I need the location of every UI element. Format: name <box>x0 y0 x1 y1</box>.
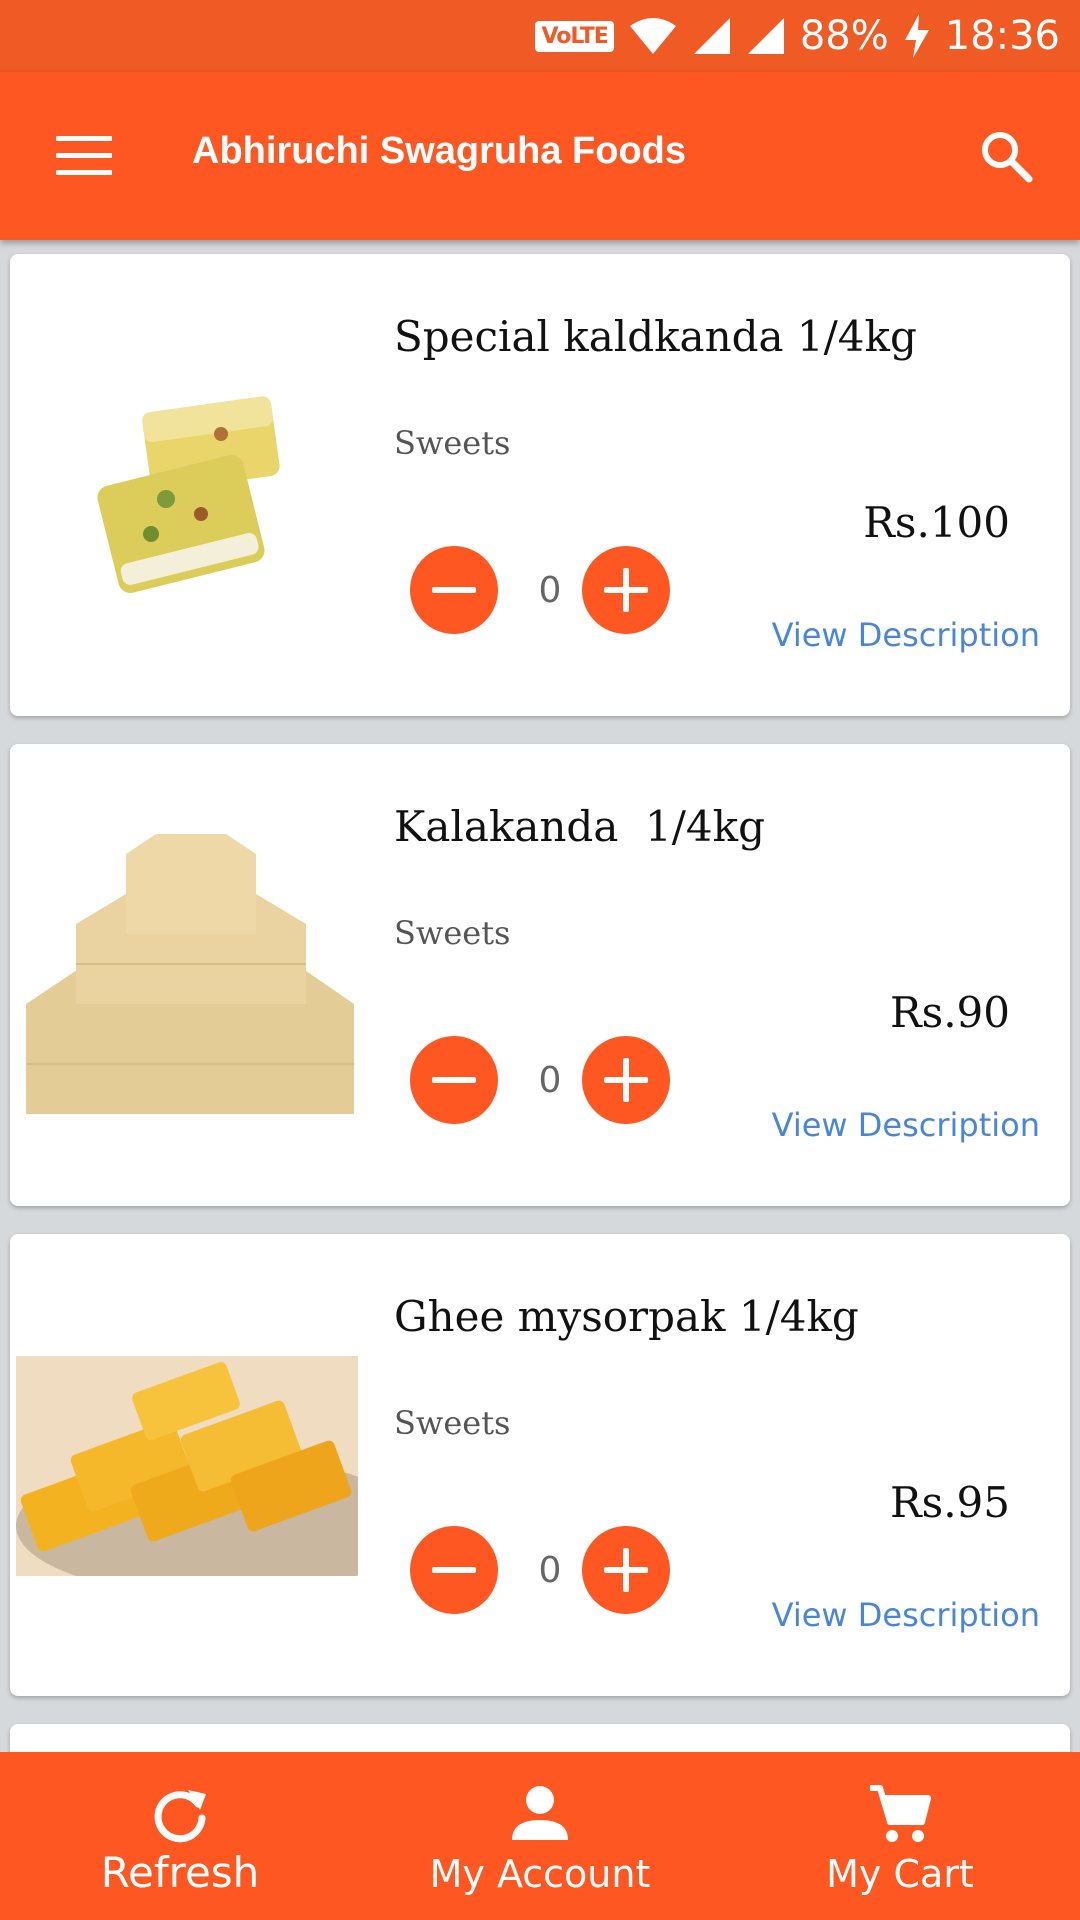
signal-icon-2 <box>747 18 784 54</box>
product-name: Ghee mysorpak 1/4kg <box>394 1292 859 1341</box>
my-cart-label: My Cart <box>826 1852 974 1896</box>
view-description-link[interactable]: View Description <box>772 1106 1040 1144</box>
product-category: Sweets <box>394 1404 511 1442</box>
product-price: Rs.95 <box>890 1478 1010 1527</box>
product-category: Sweets <box>394 914 511 952</box>
status-bar: VoLTE 88% 18:36 <box>0 0 1080 72</box>
my-cart-button[interactable]: My Cart <box>720 1752 1080 1920</box>
view-description-link[interactable]: View Description <box>772 616 1040 654</box>
product-list: Special kaldkanda 1/4kg Sweets Rs.100 0 … <box>10 254 1070 1812</box>
wifi-icon <box>629 18 676 54</box>
decrement-button[interactable] <box>410 1526 498 1614</box>
increment-button[interactable] <box>582 1036 670 1124</box>
product-card[interactable]: Ghee mysorpak 1/4kg Sweets Rs.95 0 View … <box>10 1234 1070 1696</box>
product-card[interactable]: Special kaldkanda 1/4kg Sweets Rs.100 0 … <box>10 254 1070 716</box>
quantity-value: 0 <box>538 570 562 611</box>
my-account-button[interactable]: My Account <box>360 1752 720 1920</box>
person-icon <box>512 1786 568 1840</box>
product-price: Rs.90 <box>890 988 1010 1037</box>
product-card[interactable]: Kalakanda 1/4kg Sweets Rs.90 0 View Desc… <box>10 744 1070 1206</box>
signal-icon <box>693 18 730 54</box>
decrement-button[interactable] <box>410 546 498 634</box>
quantity-value: 0 <box>538 1550 562 1591</box>
refresh-label: Refresh <box>100 1848 260 1897</box>
quantity-value: 0 <box>538 1060 562 1101</box>
bottom-nav: Refresh My Account My Cart <box>0 1752 1080 1920</box>
product-image <box>16 1356 358 1576</box>
refresh-icon <box>154 1790 206 1843</box>
volte-badge: VoLTE <box>535 20 614 52</box>
refresh-button[interactable]: Refresh <box>0 1752 360 1920</box>
increment-button[interactable] <box>582 546 670 634</box>
product-name: Special kaldkanda 1/4kg <box>394 312 917 361</box>
battery-charging-icon <box>904 14 929 58</box>
product-image <box>97 396 280 593</box>
increment-button[interactable] <box>582 1526 670 1614</box>
view-description-link[interactable]: View Description <box>772 1596 1040 1634</box>
search-icon[interactable] <box>978 128 1034 184</box>
menu-icon[interactable] <box>56 136 112 176</box>
product-price: Rs.100 <box>863 498 1010 547</box>
cart-icon <box>870 1785 931 1842</box>
app-title: Abhiruchi Swagruha Foods <box>192 130 687 172</box>
clock: 18:36 <box>944 13 1060 59</box>
app-bar: Abhiruchi Swagruha Foods <box>0 72 1080 240</box>
decrement-button[interactable] <box>410 1036 498 1124</box>
product-image <box>16 814 358 1134</box>
my-account-label: My Account <box>429 1852 651 1896</box>
product-name: Kalakanda 1/4kg <box>394 802 765 851</box>
battery-percent: 88% <box>799 13 889 59</box>
product-category: Sweets <box>394 424 511 462</box>
